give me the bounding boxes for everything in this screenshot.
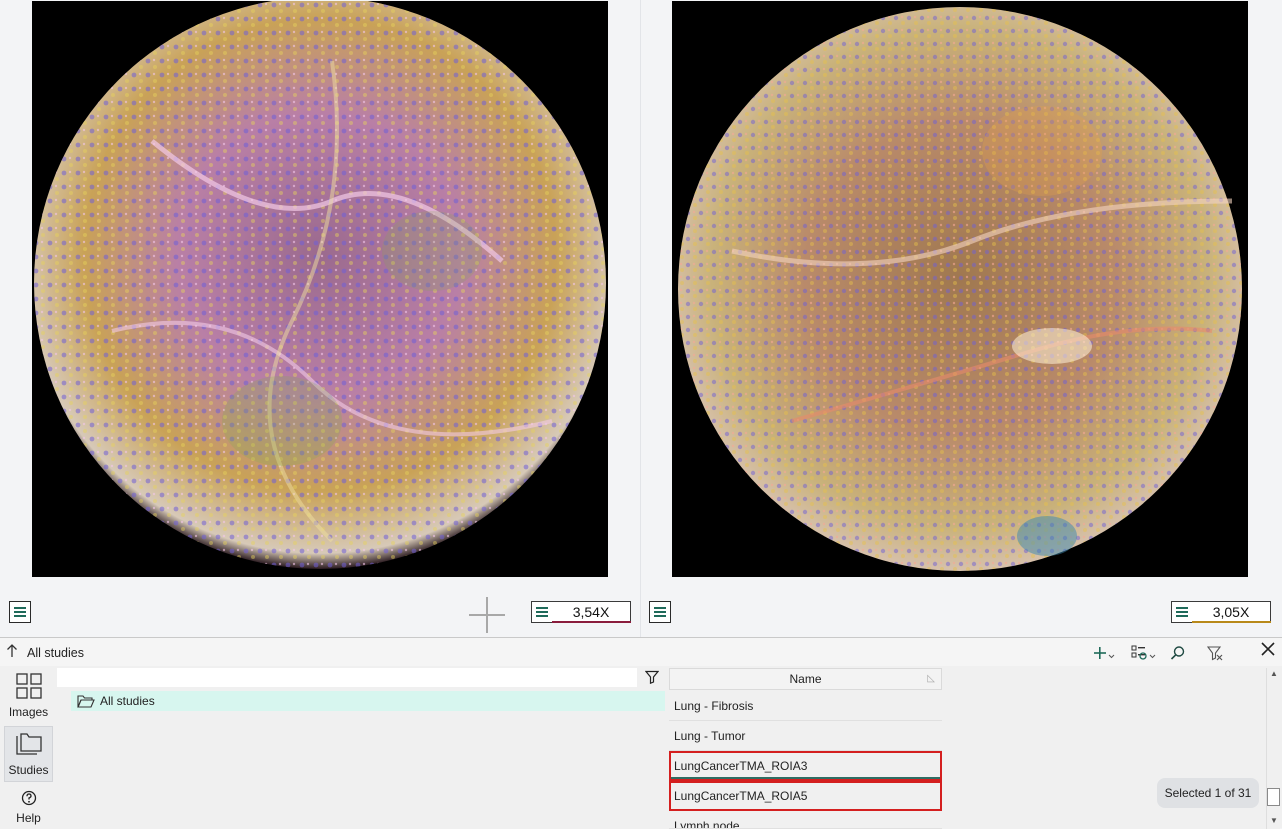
search-button[interactable] xyxy=(1170,643,1186,663)
scroll-thumb[interactable] xyxy=(1267,788,1280,806)
nav-images[interactable]: Images xyxy=(4,670,53,724)
column-settings-icon xyxy=(1131,645,1156,660)
list-empty-area xyxy=(942,691,1266,829)
hamburger-icon xyxy=(14,607,26,617)
list-scrollbar[interactable]: ▲ ▼ xyxy=(1266,668,1280,829)
breadcrumb[interactable]: All studies xyxy=(27,646,84,660)
selection-status-badge: Selected 1 of 31 xyxy=(1157,778,1259,808)
list-item-highlighted[interactable]: LungCancerTMA_ROIA3 xyxy=(669,751,942,781)
filter-button[interactable] xyxy=(644,670,661,686)
hamburger-icon xyxy=(532,602,552,622)
scroll-up-icon[interactable]: ▲ xyxy=(1268,668,1280,680)
viewer-divider[interactable] xyxy=(640,0,641,637)
column-header-name[interactable]: Name ◺ xyxy=(669,668,942,690)
help-icon xyxy=(21,790,36,806)
left-zoom-value[interactable]: 3,54X xyxy=(552,602,631,623)
clear-filter-button[interactable] xyxy=(1207,643,1223,663)
list-item[interactable]: Lung - Fibrosis xyxy=(669,691,942,721)
add-button[interactable] xyxy=(1093,643,1115,663)
tissue-core-right-graphic xyxy=(678,7,1242,571)
hamburger-icon xyxy=(654,607,666,617)
hamburger-icon xyxy=(1172,602,1192,622)
search-icon xyxy=(1170,646,1185,660)
image-viewer-area: 3,54X 3,05X xyxy=(0,0,1282,637)
panel-header: All studies xyxy=(0,638,1282,666)
column-header-label: Name xyxy=(789,672,822,686)
list-item[interactable]: Lymph node xyxy=(669,811,942,829)
nav-studies[interactable]: Studies xyxy=(4,726,53,782)
tree-node-label: All studies xyxy=(100,694,155,708)
nav-images-label: Images xyxy=(8,705,49,719)
list-item[interactable]: Lung - Tumor xyxy=(669,721,942,751)
clear-filter-icon xyxy=(1207,646,1223,661)
sort-indicator-icon: ◺ xyxy=(927,673,935,684)
column-settings-button[interactable] xyxy=(1131,643,1157,663)
study-browser-panel: All studies Images Studies Help All stud… xyxy=(0,637,1282,829)
arrow-up-icon[interactable] xyxy=(6,644,20,660)
scroll-down-icon[interactable]: ▼ xyxy=(1268,815,1280,827)
tree-search-input[interactable] xyxy=(57,668,637,687)
tree-node-all-studies[interactable]: All studies xyxy=(71,691,665,711)
nav-help-label: Help xyxy=(16,811,41,825)
right-zoom-value[interactable]: 3,05X xyxy=(1192,602,1271,623)
plus-icon xyxy=(1094,647,1115,659)
folder-open-icon xyxy=(77,695,95,708)
left-zoom-control[interactable]: 3,54X xyxy=(531,601,631,623)
close-panel-button[interactable] xyxy=(1259,640,1279,660)
close-icon xyxy=(1261,642,1275,656)
grid-icon xyxy=(15,673,42,699)
sync-crosshair-icon[interactable] xyxy=(469,597,505,633)
folders-icon xyxy=(15,733,42,755)
right-zoom-control[interactable]: 3,05X xyxy=(1171,601,1271,623)
side-navigation: Images Studies Help xyxy=(0,666,56,829)
list-item-highlighted[interactable]: LungCancerTMA_ROIA5 xyxy=(669,781,942,811)
nav-help[interactable]: Help xyxy=(4,790,53,826)
nav-studies-label: Studies xyxy=(8,763,49,777)
right-viewer-menu-button[interactable] xyxy=(649,601,671,623)
tissue-image-right[interactable] xyxy=(672,1,1248,577)
filter-icon xyxy=(644,670,660,685)
tissue-core-left-graphic xyxy=(34,1,606,569)
left-viewer-menu-button[interactable] xyxy=(9,601,31,623)
tissue-image-left[interactable] xyxy=(32,1,608,577)
study-tree: All studies xyxy=(56,666,666,829)
